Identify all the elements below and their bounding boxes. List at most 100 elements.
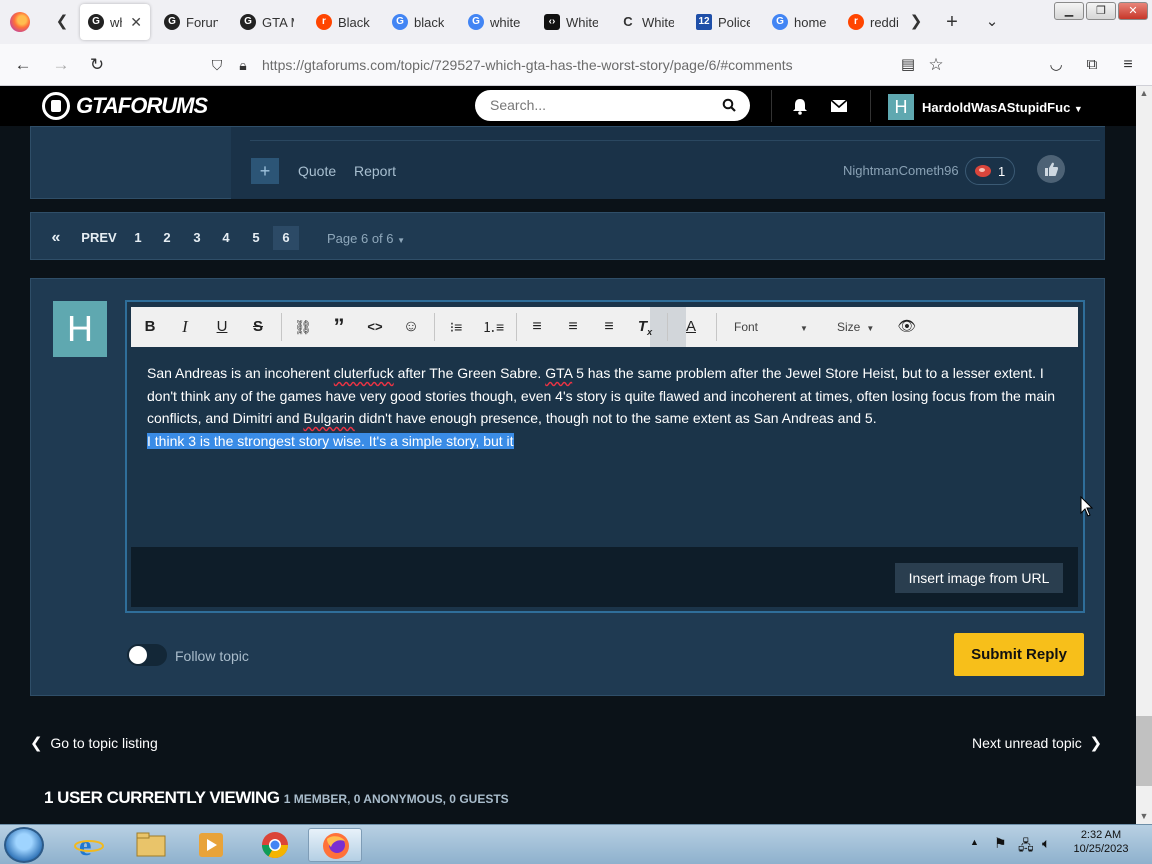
tab-scroll-left-icon[interactable]: ❮ [52,12,72,32]
taskbar-file-explorer[interactable] [124,828,178,862]
notifications-bell-icon[interactable] [791,97,809,115]
tab-title: reddit [870,14,898,30]
pocket-icon[interactable]: ◡ [1045,54,1067,76]
network-icon[interactable]: 🖧︎ [1018,835,1034,859]
close-window-icon[interactable]: ✕ [1118,2,1148,20]
strikethrough-icon[interactable]: S [249,315,267,339]
quote-link[interactable]: Quote [298,163,336,179]
firefox-menu-icon[interactable] [10,12,30,32]
quote-icon[interactable]: ” [329,315,349,339]
tab-white-bracket[interactable]: ‹› White [536,4,606,40]
align-right-icon[interactable]: ≡ [599,315,619,339]
tray-expand-icon[interactable]: ▲ [970,837,979,847]
page-link-1[interactable]: 1 [131,226,145,250]
scroll-down-icon[interactable]: ▼ [1136,809,1152,823]
search-icon[interactable] [722,98,736,112]
italic-icon[interactable]: I [176,315,194,339]
font-dropdown[interactable]: Font ▼ [734,320,808,334]
tab-active[interactable]: G wh ✕ [80,4,150,40]
size-dropdown[interactable]: Size ▼ [837,320,874,334]
start-button[interactable] [4,827,44,863]
text-color-icon[interactable]: A [679,315,703,339]
menu-icon[interactable]: ≡ [1117,54,1139,76]
reload-icon[interactable]: ↻ [86,54,108,76]
scrollbar-thumb[interactable] [1136,716,1152,786]
list-tabs-icon[interactable]: ⌄ [982,12,1002,32]
follow-topic-toggle[interactable] [127,644,167,666]
action-center-flag-icon[interactable]: ⚑ [994,835,1007,852]
taskbar-chrome[interactable] [248,828,302,862]
tab-google-home[interactable]: G home [764,4,834,40]
shield-icon[interactable]: ⛉ [206,54,228,76]
users-viewing-heading: 1 USER CURRENTLY VIEWING [44,788,280,807]
page-link-2[interactable]: 2 [160,226,174,250]
messages-envelope-icon[interactable] [830,97,848,115]
submit-reply-button[interactable]: Submit Reply [954,633,1084,676]
next-unread-label: Next unread topic [972,735,1082,751]
tab-white-c[interactable]: C White [612,4,682,40]
numbered-list-icon[interactable]: ⒈≡ [482,315,504,339]
media-player-icon [199,833,223,857]
url-bar[interactable]: https://gtaforums.com/topic/729527-which… [262,57,793,73]
page-jump-dropdown[interactable]: Page 6 of 6 ▼ [327,231,405,246]
browser-tab-bar: ❮ G wh ✕ G Forun G GTA M r Black G black… [0,0,1152,44]
page-link-current[interactable]: 6 [273,226,299,250]
minimize-icon[interactable]: ▁ [1054,2,1084,20]
tab-title: wh [110,14,122,30]
go-to-topic-label: Go to topic listing [50,735,158,751]
tab-forum[interactable]: G Forun [156,4,226,40]
bookmark-star-icon[interactable]: ☆ [925,54,947,76]
user-menu[interactable]: HardoldWasAStupidFuc ▼ [922,100,1083,115]
search-input[interactable] [490,96,710,114]
reader-view-icon[interactable]: ▤ [897,54,919,76]
taskbar-firefox[interactable] [308,828,362,862]
emoji-icon[interactable]: ☺ [401,315,421,339]
code-icon[interactable]: <> [365,315,385,339]
insert-image-url-button[interactable]: Insert image from URL [895,563,1063,593]
tab-reddit[interactable]: r reddit [840,4,906,40]
link-icon[interactable]: ⛓ [293,315,313,339]
taskbar-media-player[interactable] [184,828,238,862]
report-link[interactable]: Report [354,163,396,179]
tab-reddit-black[interactable]: r Black [308,4,378,40]
back-icon[interactable]: ← [12,54,34,76]
remove-format-icon[interactable]: Tx [635,315,655,339]
tab-gta[interactable]: G GTA M [232,4,302,40]
align-center-icon[interactable]: ≡ [563,315,583,339]
tab-google-black[interactable]: G black [384,4,454,40]
multiquote-plus-button[interactable]: + [251,158,279,184]
first-page-link[interactable]: « [49,226,63,250]
new-tab-icon[interactable]: + [942,12,962,32]
tab-scroll-right-icon[interactable]: ❯ [906,12,926,32]
page-link-3[interactable]: 3 [190,226,204,250]
bold-icon[interactable]: B [141,315,159,339]
scroll-up-icon[interactable]: ▲ [1136,86,1152,100]
page-link-4[interactable]: 4 [219,226,233,250]
forward-icon[interactable]: → [50,54,72,76]
editor-text-segment: after The Green Sabre. [393,365,546,381]
editor-content[interactable]: San Andreas is an incoherent cluterfuck … [147,362,1067,452]
align-left-icon[interactable]: ≡ [527,315,547,339]
underline-icon[interactable]: U [213,315,231,339]
clock[interactable]: 2:32 AM 10/25/2023 [1068,829,1134,855]
close-tab-icon[interactable]: ✕ [130,14,142,31]
page-link-5[interactable]: 5 [249,226,263,250]
bulleted-list-icon[interactable]: ⁝≡ [446,315,466,339]
extensions-icon[interactable]: ⧉ [1081,54,1103,76]
go-to-topic-link[interactable]: ❮ Go to topic listing [30,734,158,752]
volume-icon[interactable]: 🔈︎ [1042,835,1050,852]
react-button[interactable] [1037,155,1065,183]
tab-google-white[interactable]: G white [460,4,530,40]
site-logo[interactable]: GTAFORUMS [42,92,208,120]
tab-police[interactable]: 12 Police [688,4,758,40]
preview-eye-icon[interactable]: 👁︎ [897,315,917,339]
taskbar-internet-explorer[interactable]: e [62,828,116,862]
user-avatar[interactable]: H [888,94,914,120]
reaction-summary[interactable]: 1 [965,157,1015,185]
restore-icon[interactable]: ❐ [1086,2,1116,20]
prev-page-link[interactable]: PREV [81,226,117,250]
page-scrollbar[interactable] [1136,86,1152,824]
reacted-by-user[interactable]: NightmanCometh96 [843,163,959,178]
lock-icon[interactable]: 🔒︎ [232,54,254,76]
next-unread-topic-link[interactable]: Next unread topic ❯ [972,734,1102,752]
